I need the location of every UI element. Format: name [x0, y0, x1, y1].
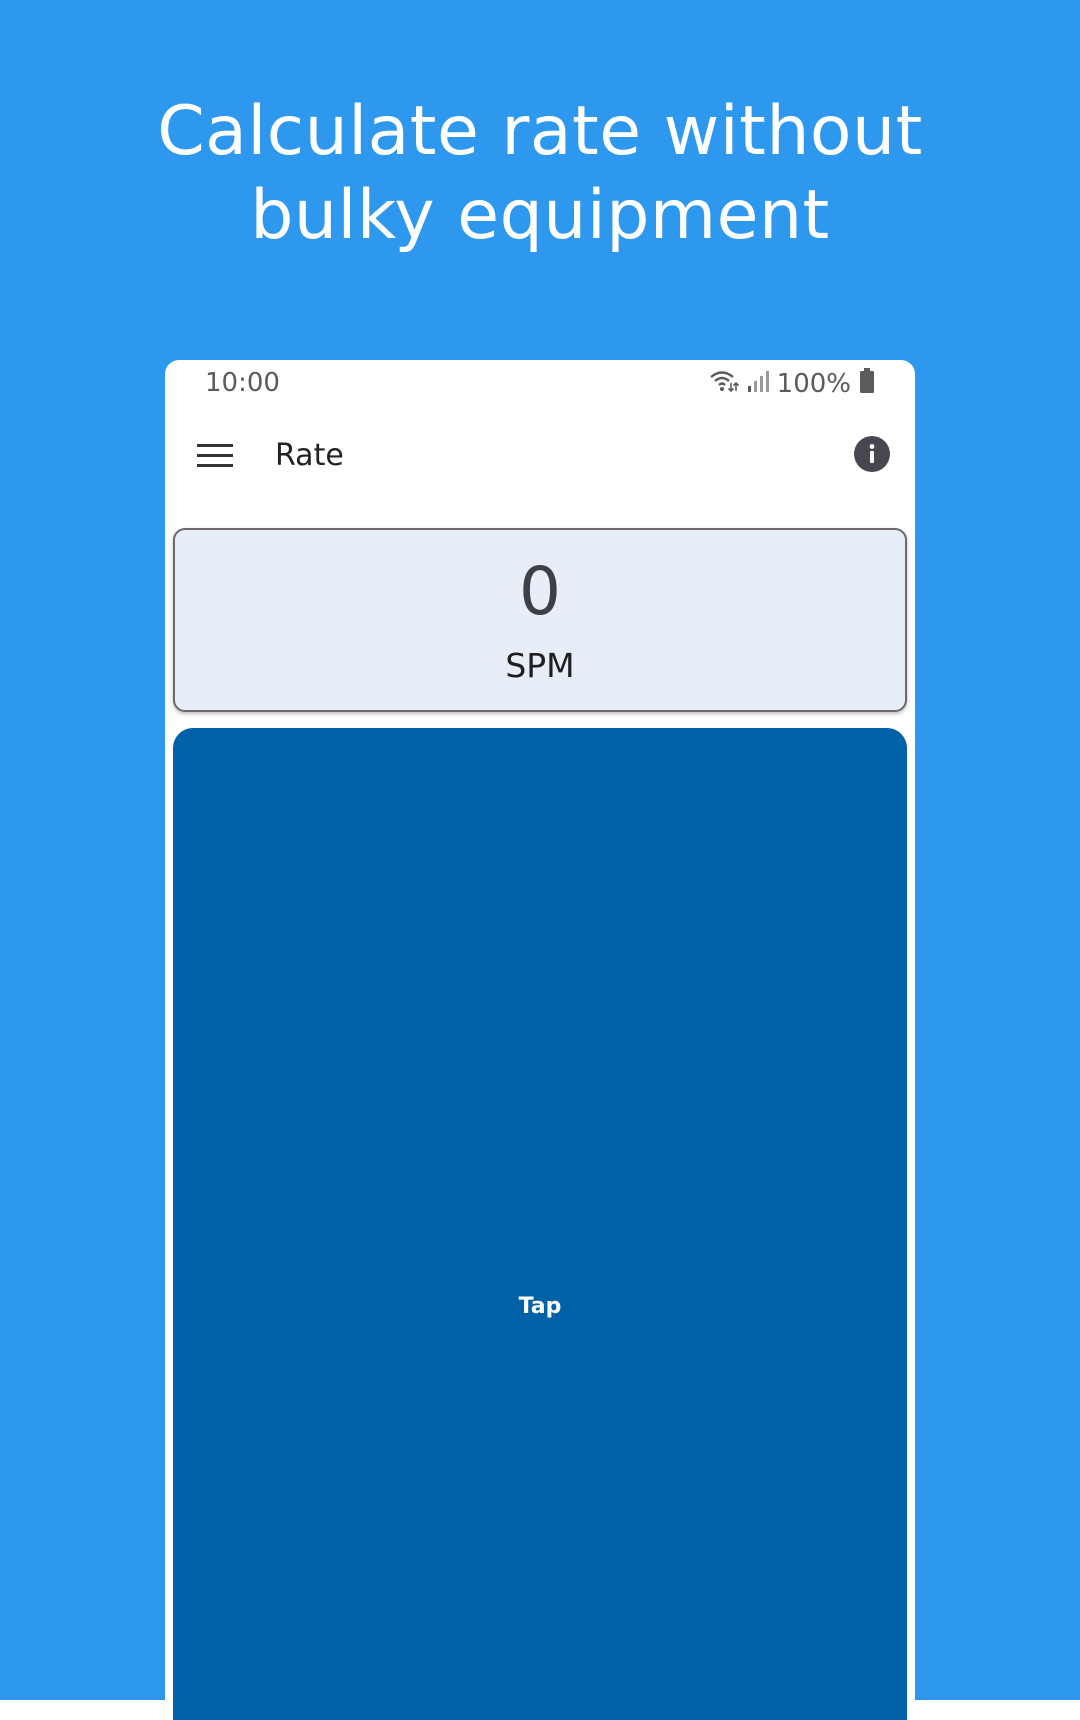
status-bar: 10:00 100%	[165, 360, 915, 408]
hamburger-menu-icon[interactable]	[197, 442, 233, 470]
rate-display-card: 0 SPM	[173, 528, 907, 712]
signal-icon	[747, 370, 769, 397]
tap-button[interactable]: Tap	[173, 728, 907, 1720]
rate-unit: SPM	[505, 646, 575, 685]
headline: Calculate rate without bulky equipment	[0, 90, 1080, 258]
info-icon[interactable]	[853, 435, 891, 473]
headline-line-2: bulky equipment	[250, 176, 830, 255]
tap-label: Tap	[518, 1294, 562, 1319]
rate-value: 0	[519, 553, 561, 630]
battery-percentage: 100%	[776, 368, 851, 399]
app-bar: Rate	[165, 408, 915, 518]
wifi-icon	[709, 369, 739, 398]
phone-screen: 10:00 100% Rate 0 SPM Tap	[165, 360, 915, 1720]
headline-line-1: Calculate rate without	[157, 92, 923, 171]
battery-icon	[859, 368, 875, 399]
status-time: 10:00	[205, 368, 280, 398]
app-title: Rate	[275, 438, 344, 473]
status-icons: 100%	[709, 368, 875, 399]
